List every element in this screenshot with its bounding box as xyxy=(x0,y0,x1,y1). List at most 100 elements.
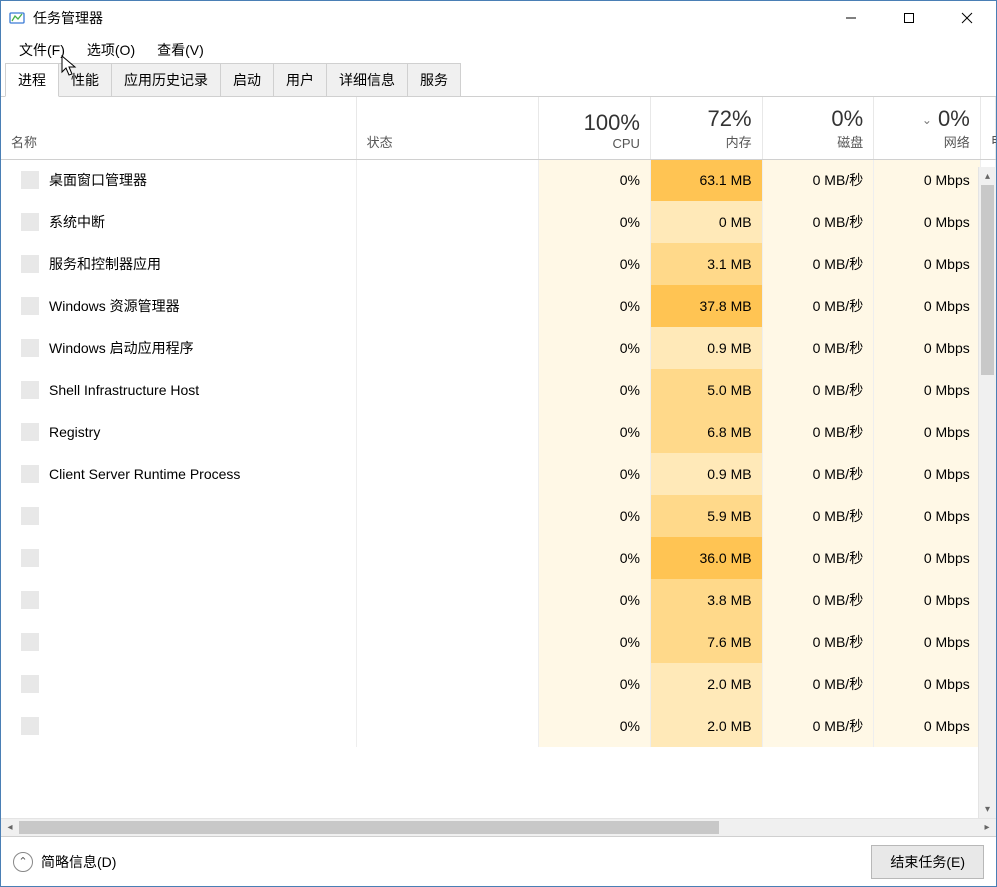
scroll-left-icon[interactable]: ◂ xyxy=(1,819,19,836)
col-header-extra[interactable]: 电 xyxy=(980,97,995,159)
content-area: 名称 状态 100% CPU 72% 内存 0% 磁盘 xyxy=(1,97,996,836)
tab-6[interactable]: 服务 xyxy=(407,63,461,96)
scroll-down-icon[interactable]: ▾ xyxy=(979,800,996,818)
process-memory: 2.0 MB xyxy=(650,705,762,747)
table-row[interactable]: 0%2.0 MB0 MB/秒0 Mbps xyxy=(1,663,996,705)
process-name xyxy=(1,663,356,705)
scroll-right-icon[interactable]: ▸ xyxy=(978,819,996,836)
table-row[interactable]: 0%7.6 MB0 MB/秒0 Mbps xyxy=(1,621,996,663)
fewer-details-button[interactable]: ⌃ 简略信息(D) xyxy=(13,852,116,872)
process-memory: 3.1 MB xyxy=(650,243,762,285)
menu-file[interactable]: 文件(F) xyxy=(9,36,75,64)
process-memory: 36.0 MB xyxy=(650,537,762,579)
process-cpu: 0% xyxy=(539,159,651,201)
table-row[interactable]: Registry0%6.8 MB0 MB/秒0 Mbps xyxy=(1,411,996,453)
process-status xyxy=(356,621,539,663)
chevron-up-icon: ⌃ xyxy=(13,852,33,872)
table-row[interactable]: 系统中断0%0 MB0 MB/秒0 Mbps xyxy=(1,201,996,243)
tab-4[interactable]: 用户 xyxy=(273,63,327,96)
table-row[interactable]: Windows 启动应用程序0%0.9 MB0 MB/秒0 Mbps xyxy=(1,327,996,369)
process-icon xyxy=(21,591,39,609)
end-task-button[interactable]: 结束任务(E) xyxy=(871,845,984,879)
col-header-name[interactable]: 名称 xyxy=(1,97,356,159)
table-row[interactable]: Shell Infrastructure Host0%5.0 MB0 MB/秒0… xyxy=(1,369,996,411)
process-network: 0 Mbps xyxy=(874,159,981,201)
process-network: 0 Mbps xyxy=(874,537,981,579)
table-row[interactable]: 0%36.0 MB0 MB/秒0 Mbps xyxy=(1,537,996,579)
menu-options[interactable]: 选项(O) xyxy=(77,36,145,64)
process-icon xyxy=(21,465,39,483)
process-icon xyxy=(21,339,39,357)
process-status xyxy=(356,285,539,327)
process-memory: 3.8 MB xyxy=(650,579,762,621)
table-row[interactable]: Windows 资源管理器0%37.8 MB0 MB/秒0 Mbps xyxy=(1,285,996,327)
chevron-down-icon: ⌄ xyxy=(922,113,932,127)
table-row[interactable]: Client Server Runtime Process0%0.9 MB0 M… xyxy=(1,453,996,495)
table-row[interactable]: 桌面窗口管理器0%63.1 MB0 MB/秒0 Mbps xyxy=(1,159,996,201)
process-icon xyxy=(21,213,39,231)
process-icon xyxy=(21,507,39,525)
process-name xyxy=(1,705,356,747)
col-header-disk[interactable]: 0% 磁盘 xyxy=(762,97,874,159)
process-icon xyxy=(21,717,39,735)
process-memory: 0.9 MB xyxy=(650,327,762,369)
process-status xyxy=(356,495,539,537)
process-disk: 0 MB/秒 xyxy=(762,621,874,663)
menu-view[interactable]: 查看(V) xyxy=(147,36,214,64)
process-name: Windows 资源管理器 xyxy=(1,285,356,327)
table-row[interactable]: 0%2.0 MB0 MB/秒0 Mbps xyxy=(1,705,996,747)
col-header-network[interactable]: ⌄ 0% 网络 xyxy=(874,97,981,159)
process-cpu: 0% xyxy=(539,369,651,411)
tab-3[interactable]: 启动 xyxy=(220,63,274,96)
process-memory: 7.6 MB xyxy=(650,621,762,663)
process-icon xyxy=(21,549,39,567)
process-cpu: 0% xyxy=(539,579,651,621)
horizontal-scrollbar[interactable]: ◂ ▸ xyxy=(1,818,996,836)
process-icon xyxy=(21,423,39,441)
menubar: 文件(F) 选项(O) 查看(V) xyxy=(1,35,996,65)
process-network: 0 Mbps xyxy=(874,453,981,495)
process-memory: 63.1 MB xyxy=(650,159,762,201)
process-name: Registry xyxy=(1,411,356,453)
process-status xyxy=(356,663,539,705)
col-header-cpu[interactable]: 100% CPU xyxy=(539,97,651,159)
process-icon xyxy=(21,255,39,273)
process-disk: 0 MB/秒 xyxy=(762,579,874,621)
process-network: 0 Mbps xyxy=(874,285,981,327)
process-name xyxy=(1,495,356,537)
vertical-scrollbar[interactable]: ▴ ▾ xyxy=(978,167,996,818)
process-name: Shell Infrastructure Host xyxy=(1,369,356,411)
process-network: 0 Mbps xyxy=(874,705,981,747)
tab-1[interactable]: 性能 xyxy=(58,63,112,96)
minimize-button[interactable] xyxy=(822,1,880,34)
process-icon xyxy=(21,675,39,693)
process-disk: 0 MB/秒 xyxy=(762,411,874,453)
process-network: 0 Mbps xyxy=(874,663,981,705)
close-button[interactable] xyxy=(938,1,996,34)
tab-5[interactable]: 详细信息 xyxy=(326,63,408,96)
process-disk: 0 MB/秒 xyxy=(762,327,874,369)
process-memory: 0.9 MB xyxy=(650,453,762,495)
process-disk: 0 MB/秒 xyxy=(762,663,874,705)
table-row[interactable]: 0%5.9 MB0 MB/秒0 Mbps xyxy=(1,495,996,537)
maximize-button[interactable] xyxy=(880,1,938,34)
process-disk: 0 MB/秒 xyxy=(762,495,874,537)
table-row[interactable]: 服务和控制器应用0%3.1 MB0 MB/秒0 Mbps xyxy=(1,243,996,285)
process-status xyxy=(356,411,539,453)
tab-0[interactable]: 进程 xyxy=(5,63,59,97)
table-row[interactable]: 0%3.8 MB0 MB/秒0 Mbps xyxy=(1,579,996,621)
col-header-status[interactable]: 状态 xyxy=(356,97,539,159)
scroll-up-icon[interactable]: ▴ xyxy=(979,167,996,185)
process-disk: 0 MB/秒 xyxy=(762,453,874,495)
process-status xyxy=(356,537,539,579)
process-status xyxy=(356,201,539,243)
process-table: 名称 状态 100% CPU 72% 内存 0% 磁盘 xyxy=(1,97,996,747)
vertical-scroll-thumb[interactable] xyxy=(981,185,994,375)
process-icon xyxy=(21,381,39,399)
process-network: 0 Mbps xyxy=(874,495,981,537)
process-network: 0 Mbps xyxy=(874,201,981,243)
tab-2[interactable]: 应用历史记录 xyxy=(111,63,221,96)
process-status xyxy=(356,579,539,621)
horizontal-scroll-thumb[interactable] xyxy=(19,821,719,834)
col-header-memory[interactable]: 72% 内存 xyxy=(650,97,762,159)
